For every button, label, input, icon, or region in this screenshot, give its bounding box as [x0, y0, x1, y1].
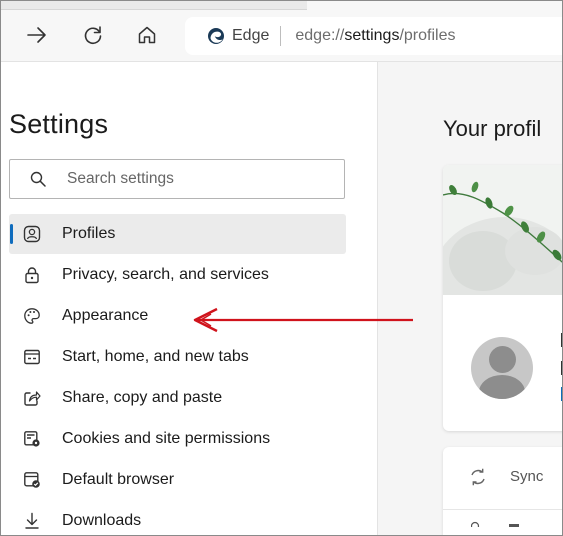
refresh-button[interactable]	[79, 21, 107, 49]
address-separator	[280, 26, 282, 46]
search-placeholder: Search settings	[67, 170, 174, 187]
sync-card[interactable]: Sync	[443, 447, 562, 535]
forward-arrow-icon	[27, 27, 46, 43]
site-name: Edge	[232, 27, 270, 44]
forward-button[interactable]	[23, 21, 51, 49]
sidebar-item-profiles[interactable]: Profiles	[9, 214, 346, 254]
url-prefix: edge://	[295, 27, 345, 44]
sidebar-item-share[interactable]: Share, copy and paste	[9, 378, 346, 418]
download-icon	[25, 512, 39, 529]
share-icon	[24, 391, 41, 406]
sync-label: Sync	[510, 468, 544, 485]
palette-icon	[24, 308, 40, 324]
home-icon	[138, 26, 156, 44]
sync-icon	[471, 468, 485, 486]
settings-content: Your profil Sync	[378, 62, 562, 535]
home-button[interactable]	[133, 21, 161, 49]
sidebar-item-label: Start, home, and new tabs	[62, 348, 249, 365]
card-divider	[443, 509, 562, 510]
tab-strip	[1, 1, 307, 10]
settings-sidebar: Settings Search settings Profiles Privac…	[1, 62, 378, 535]
page-heading: Your profil	[443, 116, 542, 141]
profile-icon	[23, 225, 41, 243]
sidebar-item-label: Cookies and site permissions	[62, 430, 271, 447]
sidebar-item-cookies[interactable]: Cookies and site permissions	[9, 419, 346, 459]
clipped-row-icon	[471, 521, 519, 527]
browser-toolbar: Edge edge://settings/profiles	[1, 1, 562, 62]
sidebar-item-label: Share, copy and paste	[62, 389, 223, 406]
sidebar-item-downloads[interactable]: Downloads	[9, 501, 346, 535]
avatar-head	[489, 346, 516, 373]
default-browser-icon	[24, 472, 40, 488]
url-suffix: /profiles	[399, 27, 456, 44]
sidebar-item-label: Profiles	[62, 225, 116, 242]
sidebar-item-start-home[interactable]: Start, home, and new tabs	[9, 337, 346, 377]
sidebar-item-default-browser[interactable]: Default browser	[9, 460, 346, 500]
edge-logo-icon	[208, 28, 224, 44]
search-input[interactable]: Search settings	[9, 159, 345, 199]
new-tab-icon	[24, 349, 40, 365]
sidebar-item-label: Default browser	[62, 471, 175, 488]
profile-avatar[interactable]	[471, 337, 533, 399]
search-icon	[30, 171, 46, 187]
browser-window: Edge edge://settings/profiles Settings S…	[0, 0, 563, 536]
address-bar[interactable]: Edge edge://settings/profiles	[185, 17, 562, 55]
sidebar-item-label: Privacy, search, and services	[62, 266, 269, 283]
url-highlight: settings	[344, 27, 400, 44]
cookies-icon	[24, 431, 40, 447]
annotation-arrow	[193, 307, 413, 333]
lock-icon	[25, 267, 39, 284]
selected-indicator	[10, 224, 13, 244]
sidebar-item-label: Appearance	[62, 307, 149, 324]
sidebar-item-privacy[interactable]: Privacy, search, and services	[9, 255, 346, 295]
profile-card	[443, 165, 562, 431]
url-text: edge://settings/profiles	[295, 27, 455, 45]
avatar-body	[479, 375, 525, 399]
sidebar-item-label: Downloads	[62, 512, 142, 529]
settings-title: Settings	[9, 109, 109, 139]
refresh-icon	[84, 26, 102, 45]
profile-banner-image	[443, 165, 562, 295]
